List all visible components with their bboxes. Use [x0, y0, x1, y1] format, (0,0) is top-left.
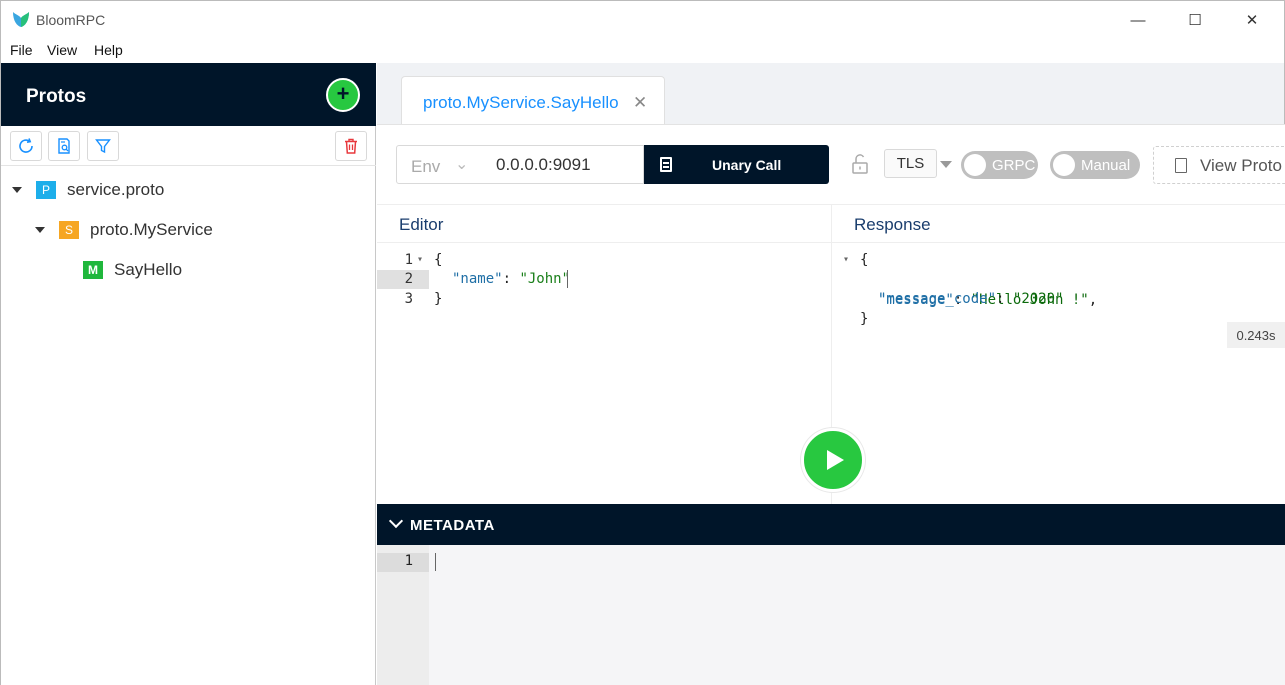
- json-key: "name": [452, 271, 503, 287]
- brace: }: [434, 291, 443, 307]
- call-type-indicator: Unary Call: [644, 145, 829, 184]
- request-panel: Env ⌄ Unary Call TLS GRPC Manual: [377, 124, 1285, 566]
- close-window-button[interactable]: ✕: [1229, 1, 1275, 39]
- editor-line: 2 "name": "John": [377, 269, 831, 289]
- env-select[interactable]: Env ⌄: [396, 145, 483, 184]
- response-line: "message": "Hello John !",: [831, 270, 1097, 308]
- brace: {: [434, 252, 443, 268]
- chevron-down-icon: [388, 513, 404, 529]
- text-cursor: [435, 553, 436, 571]
- play-icon: [827, 450, 844, 470]
- json-colon: :: [502, 271, 512, 287]
- line-number: 1: [404, 252, 413, 268]
- call-type-label: Unary Call: [712, 157, 782, 173]
- response-time-badge: 0.243s: [1227, 322, 1285, 348]
- trash-icon: [345, 138, 357, 154]
- filter-icon: [95, 139, 111, 154]
- sidebar-header: Protos +: [1, 63, 376, 126]
- tree-node-my-service[interactable]: S proto.MyService: [35, 218, 213, 242]
- close-icon: ✕: [1245, 12, 1259, 29]
- tree-node-say-hello[interactable]: M SayHello: [83, 258, 182, 282]
- response-header: Response: [831, 205, 1285, 243]
- menu-view[interactable]: View: [47, 42, 77, 58]
- menu-file[interactable]: File: [10, 42, 33, 58]
- editor-line: 1 ▾ {: [377, 250, 831, 270]
- code-text: "name": "John": [452, 269, 570, 289]
- proto-file-badge: P: [36, 181, 56, 199]
- tls-dropdown-icon[interactable]: [940, 161, 952, 168]
- brace: {: [860, 252, 869, 268]
- response-title: Response: [854, 215, 931, 234]
- protos-sidebar: Protos + P service.proto S proto.MyServi…: [0, 63, 376, 685]
- grpc-web-toggle[interactable]: GRPC: [961, 151, 1038, 179]
- main-area: proto.MyService.SayHello ✕ Env ⌄ Unary C…: [377, 63, 1285, 685]
- add-proto-button[interactable]: +: [326, 78, 360, 112]
- plus-icon: +: [336, 81, 350, 106]
- manual-label: Manual: [1081, 157, 1131, 174]
- editor-line: 3 }: [377, 289, 831, 309]
- fold-caret-icon[interactable]: ▾: [843, 250, 849, 270]
- file-icon: [1175, 158, 1187, 173]
- line-number: 2: [404, 271, 413, 287]
- menu-help[interactable]: Help: [94, 42, 123, 58]
- reload-protos-button[interactable]: [10, 131, 42, 161]
- filter-methods-button[interactable]: [87, 131, 119, 161]
- json-key: "message_code": [878, 291, 997, 307]
- reload-icon: [19, 138, 33, 153]
- list-icon: [660, 157, 672, 172]
- line-number: 1: [404, 553, 413, 569]
- grpc-label: GRPC: [992, 157, 1036, 174]
- maximize-button[interactable]: ☐: [1172, 1, 1218, 39]
- metadata-title: METADATA: [410, 517, 495, 534]
- json-colon: :: [996, 291, 1005, 307]
- service-badge: S: [59, 221, 79, 239]
- expand-caret-icon[interactable]: [35, 227, 45, 233]
- unlock-icon[interactable]: [850, 153, 870, 175]
- expand-caret-icon[interactable]: [12, 187, 22, 193]
- metadata-toggle-bar[interactable]: METADATA: [377, 504, 1285, 545]
- editor-header: Editor: [377, 205, 831, 243]
- import-from-server-button[interactable]: [48, 131, 80, 161]
- toggle-knob: [964, 154, 986, 176]
- manual-toggle[interactable]: Manual: [1050, 151, 1140, 179]
- metadata-editor[interactable]: 1: [377, 545, 1285, 685]
- brace: }: [860, 311, 869, 327]
- view-proto-button[interactable]: View Proto: [1153, 146, 1285, 184]
- minimize-icon: —: [1130, 11, 1146, 29]
- maximize-icon: ☐: [1188, 12, 1202, 29]
- tab-say-hello[interactable]: proto.MyService.SayHello ✕: [401, 76, 665, 125]
- fold-caret-icon[interactable]: ▾: [417, 250, 423, 270]
- minimize-button[interactable]: —: [1115, 1, 1161, 39]
- env-placeholder: Env: [411, 157, 441, 176]
- tree-node-service-proto[interactable]: P service.proto: [12, 178, 164, 202]
- app-title: BloomRPC: [36, 12, 106, 28]
- view-proto-label: View Proto: [1200, 156, 1282, 175]
- run-request-button[interactable]: [801, 428, 865, 492]
- tree-node-label: proto.MyService: [90, 220, 213, 239]
- json-comma: ,: [1088, 292, 1098, 308]
- tree-node-label: service.proto: [67, 180, 165, 199]
- file-search-icon: [58, 138, 70, 154]
- chevron-down-icon: ⌄: [455, 156, 469, 173]
- title-bar: BloomRPC — ☐ ✕: [0, 0, 1285, 38]
- json-value: "John": [519, 271, 571, 287]
- delete-protos-button[interactable]: [335, 131, 367, 161]
- text-cursor: [567, 270, 568, 288]
- method-badge: M: [83, 261, 103, 279]
- json-value: "2020": [1012, 291, 1064, 307]
- tree-node-label: SayHello: [114, 260, 183, 279]
- sidebar-title: Protos: [26, 86, 87, 107]
- toggle-knob: [1053, 154, 1075, 176]
- sidebar-toolbar: [1, 126, 376, 166]
- line-number: 3: [404, 291, 413, 307]
- tab-label: proto.MyService.SayHello: [423, 93, 619, 112]
- bloomrpc-logo-icon: [13, 12, 29, 27]
- tls-button[interactable]: TLS: [884, 149, 937, 178]
- server-address-input[interactable]: [482, 145, 644, 184]
- request-toolbar: Env ⌄ Unary Call TLS GRPC Manual: [377, 125, 1285, 205]
- menu-bar: File View Help: [0, 38, 1285, 63]
- editor-title: Editor: [399, 215, 444, 234]
- close-tab-icon[interactable]: ✕: [633, 93, 647, 113]
